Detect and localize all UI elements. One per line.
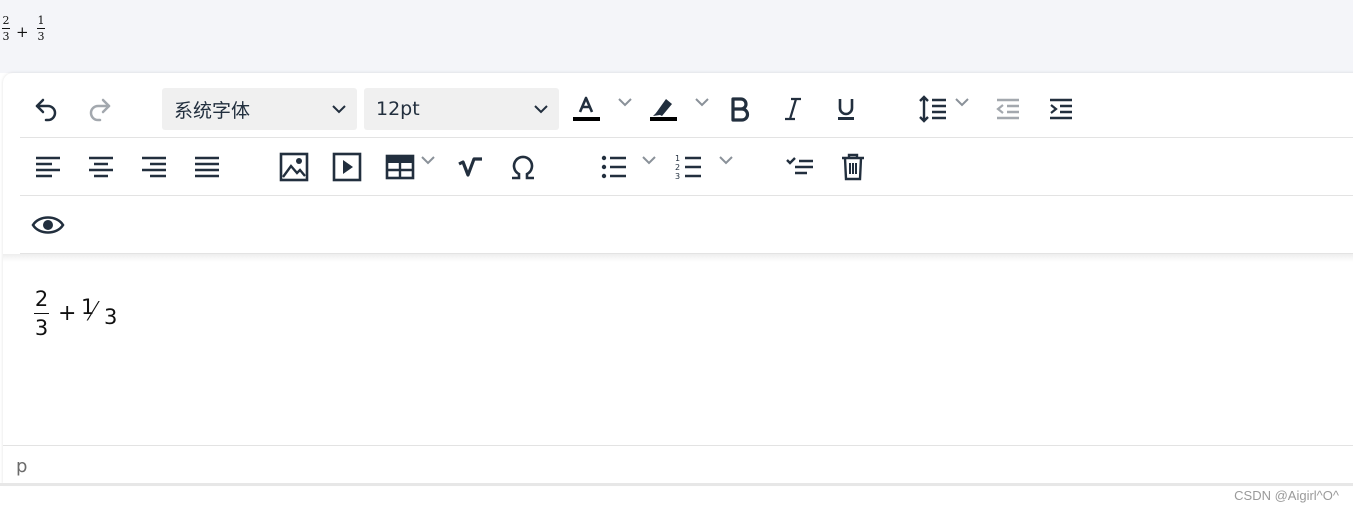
trash-icon [842, 153, 864, 181]
preview-frac2-denominator: 3 [37, 30, 45, 43]
table-icon [385, 154, 415, 180]
align-left-icon [36, 156, 60, 178]
preview-frac2-numerator: 1 [37, 14, 45, 27]
preview-frac1-denominator: 3 [2, 30, 10, 43]
bold-button[interactable] [722, 91, 758, 127]
undo-icon [35, 98, 57, 122]
undo-button[interactable] [28, 91, 64, 127]
numbered-list-icon: 1 2 3 [675, 154, 701, 181]
fraction-bar [2, 28, 10, 29]
line-height-icon [919, 95, 946, 123]
bullet-list-icon [601, 155, 626, 179]
checklist-button[interactable] [782, 149, 818, 185]
checklist-icon [786, 157, 813, 175]
redo-button[interactable] [82, 91, 118, 127]
italic-button[interactable] [775, 91, 811, 127]
bullet-list-button[interactable] [596, 149, 632, 185]
insert-table-button[interactable] [382, 149, 418, 185]
rich-text-editor: 系统字体 12pt 1 2 3 2 3 + 1 ⁄ 3 p [3, 73, 1353, 484]
special-character-button[interactable] [505, 149, 541, 185]
preview-icon [31, 216, 65, 234]
content-frac2-denominator: 3 [104, 305, 118, 329]
align-right-button[interactable] [136, 149, 172, 185]
chevron-down-icon[interactable] [954, 95, 970, 109]
font-family-select[interactable]: 系统字体 [162, 88, 357, 130]
align-center-icon [89, 156, 113, 178]
numbered-list-button[interactable]: 1 2 3 [671, 149, 707, 185]
preview-fraction-2: 1 3 [37, 14, 45, 43]
toolbar-shadow [3, 254, 1353, 262]
bold-icon [731, 97, 750, 122]
editor-content[interactable]: 2 3 + 1 ⁄ 3 [3, 269, 1353, 444]
chevron-down-icon[interactable] [641, 153, 657, 167]
svg-text:3: 3 [675, 172, 680, 181]
align-justify-icon [195, 156, 219, 178]
fraction-bar [34, 313, 49, 314]
highlight-button[interactable] [645, 91, 681, 127]
underline-button[interactable] [828, 91, 864, 127]
italic-icon [785, 97, 801, 121]
fraction-bar [37, 28, 45, 29]
watermark: CSDN @Aigirl^O^ [1234, 488, 1339, 503]
status-bar: p [3, 445, 1353, 485]
preview-fraction-1: 2 3 [2, 14, 10, 43]
line-height-button[interactable] [915, 91, 951, 127]
special-char-icon [512, 155, 534, 180]
highlight-icon [650, 99, 677, 121]
indent-icon [1050, 98, 1072, 120]
content-fraction-1: 2 3 [34, 287, 49, 340]
formula-preview-area: 2 3 + 1 3 [0, 0, 1353, 73]
font-family-value: 系统字体 [174, 99, 251, 122]
content-plus: + [58, 301, 77, 326]
align-center-button[interactable] [83, 149, 119, 185]
chevron-down-icon [534, 105, 548, 114]
delete-button[interactable] [835, 149, 871, 185]
outdent-icon [996, 98, 1019, 120]
font-size-select[interactable]: 12pt [364, 88, 559, 130]
chevron-down-icon[interactable] [694, 95, 710, 109]
chevron-down-icon[interactable] [718, 153, 734, 167]
preview-frac1-numerator: 2 [2, 14, 10, 27]
content-frac1-numerator: 2 [34, 287, 49, 311]
image-icon [279, 152, 309, 182]
chevron-down-icon[interactable] [617, 95, 633, 109]
content-frac2-slash: ⁄ [91, 297, 96, 327]
font-size-value: 12pt [376, 98, 420, 120]
chevron-down-icon [332, 105, 346, 114]
outdent-button[interactable] [990, 91, 1026, 127]
preview-button[interactable] [30, 207, 66, 243]
formula-icon [458, 157, 482, 177]
toolbar-row-3 [20, 196, 1353, 254]
element-path[interactable]: p [16, 456, 27, 477]
toolbar-row-1: 系统字体 12pt [20, 80, 1353, 138]
align-right-icon [142, 156, 166, 178]
text-color-button[interactable] [568, 91, 604, 127]
divider [0, 483, 1353, 486]
redo-icon [89, 98, 111, 122]
svg-text:1: 1 [675, 154, 680, 163]
align-justify-button[interactable] [189, 149, 225, 185]
svg-text:2: 2 [675, 163, 680, 172]
preview-plus: + [16, 23, 29, 41]
text-color-icon [573, 96, 600, 121]
content-frac1-denominator: 3 [34, 316, 49, 340]
align-left-button[interactable] [30, 149, 66, 185]
media-icon [332, 152, 362, 182]
insert-formula-button[interactable] [453, 149, 489, 185]
insert-media-button[interactable] [329, 149, 365, 185]
indent-button[interactable] [1043, 91, 1079, 127]
insert-image-button[interactable] [276, 149, 312, 185]
chevron-down-icon[interactable] [420, 153, 436, 167]
toolbar-row-2: 1 2 3 [20, 138, 1353, 196]
underline-icon [838, 99, 854, 120]
